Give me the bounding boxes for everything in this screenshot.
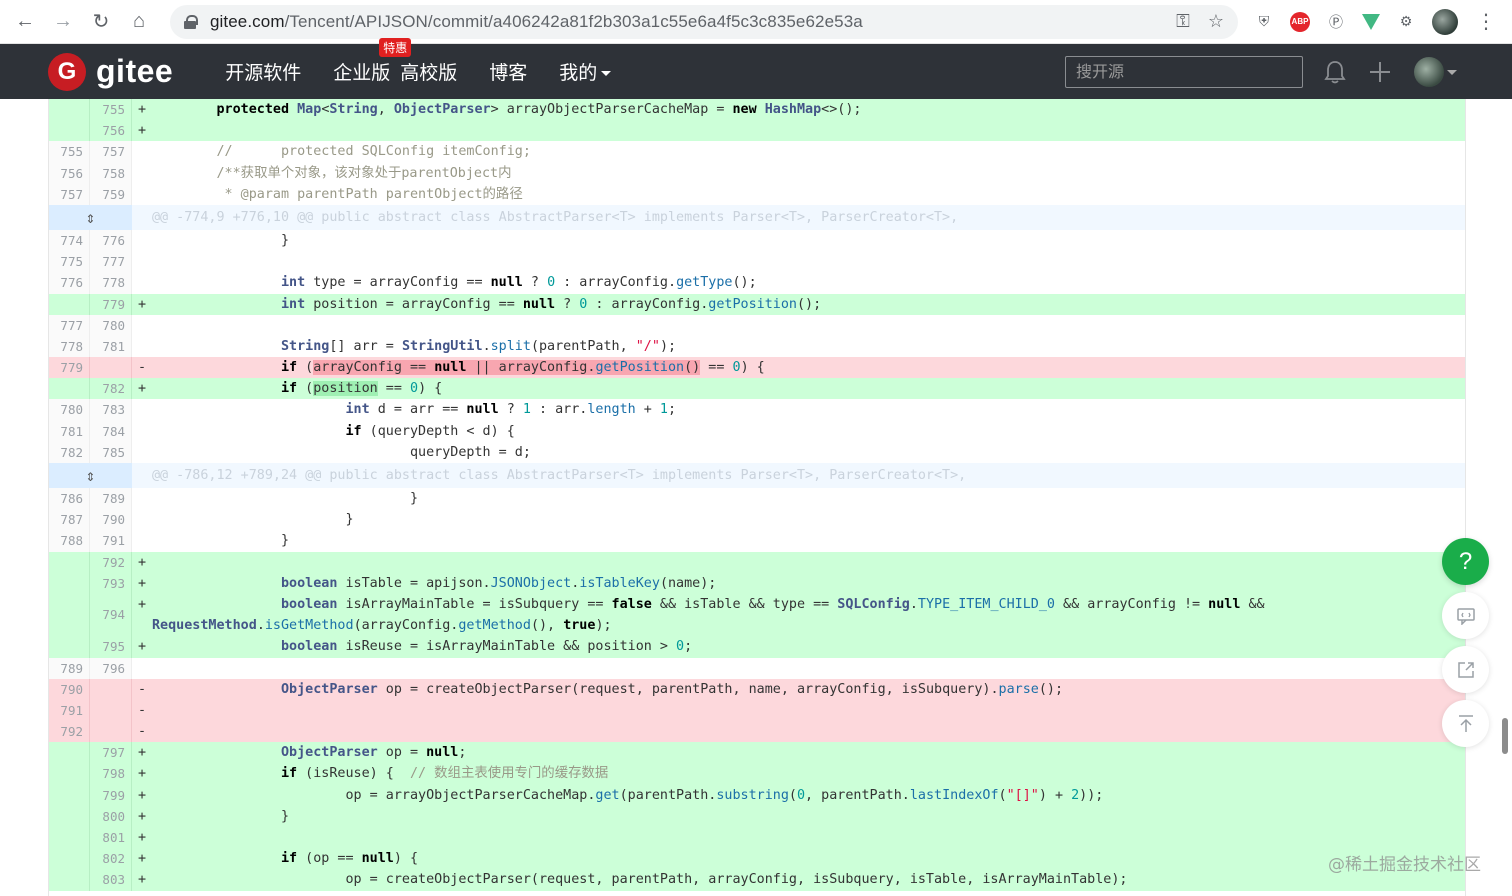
diff-line: 778 781 String[] arr = StringUtil.split(p… [49,335,1465,358]
profile-avatar[interactable] [1432,8,1458,35]
diff-line: 782 + if (position == 0) { [49,378,1465,400]
diff-line: 795 + boolean isReuse = isArrayMainTable … [49,636,1465,658]
help-button[interactable]: ? [1442,538,1489,585]
menu-kebab-icon[interactable]: ⋮ [1476,9,1496,34]
puzzle-icon[interactable]: ⚙ [1394,10,1418,34]
diff-line: 792- [49,721,1465,743]
diff-line: 798 + if (isReuse) { // 数组主表使用专门的缓存数据 [49,763,1465,785]
site-header: G gitee 开源软件 企业版 特惠 高校版 博客 我的 搜开源 [0,38,1512,99]
commit-diff: 755 + protected Map<String, ObjectParser>… [48,99,1466,896]
diff-line: 755 + protected Map<String, ObjectParser>… [49,99,1465,121]
diff-line: 779- if (arrayConfig == null || arrayCon… [49,357,1465,379]
vue-devtools-icon[interactable] [1362,13,1380,30]
lock-icon [184,14,198,29]
diff-line: 777 780 [49,314,1465,336]
hunk-header: ⇕ @@ -786,12 +789,24 @@ public abstract c… [49,463,1465,488]
extension-h-icon[interactable]: Ⓟ [1324,10,1348,34]
url-text: gitee.com/Tencent/APIJSON/commit/a406242… [210,11,863,31]
diff-line: 801 + [49,827,1465,849]
back-icon[interactable]: ← [6,0,44,44]
diff-line: 799 + op = arrayObjectParserCacheMap.get(… [49,784,1465,806]
diff-line: 757 759 * @param parentPath parentObject的… [49,183,1465,205]
key-icon[interactable]: ⚿ [1176,11,1190,32]
bell-icon[interactable] [1324,60,1346,84]
edit-share-icon[interactable] [1442,646,1489,693]
feedback-icon[interactable] [1442,592,1489,639]
nav-mine[interactable]: 我的 [559,58,612,85]
search-input[interactable]: 搜开源 [1065,56,1303,88]
gitee-logo[interactable]: G gitee [48,52,174,91]
chevron-down-icon[interactable] [1447,70,1457,75]
diff-line: 797 + ObjectParser op = null; [49,742,1465,764]
star-icon[interactable]: ☆ [1208,11,1224,32]
nav-enterprise[interactable]: 企业版 特惠 [333,38,412,85]
adblock-icon[interactable]: ABP [1290,11,1310,32]
diff-line: 803 + op = createObjectParser(request, pa… [49,869,1465,891]
watermark: @稀土掘金技术社区 [1328,855,1481,875]
diff-line: 774 776 } [49,229,1465,252]
logo-text: gitee [96,53,174,89]
back-to-top-icon[interactable] [1442,700,1489,747]
promo-badge: 特惠 [379,38,412,57]
user-avatar[interactable] [1414,57,1444,87]
browser-toolbar: ← → ↻ ⌂ gitee.com/Tencent/APIJSON/commit… [0,0,1512,44]
diff-line: 780 783 int d = arr == null ? 1 : arr.len… [49,399,1465,421]
diff-line: 779 + int position = arrayConfig == null … [49,293,1465,315]
diff-line: 800 + } [49,805,1465,828]
diff-line: 793 + boolean isTable = apijson.JSONObjec… [49,572,1465,594]
scrollbar-thumb[interactable] [1502,718,1508,754]
diff-line: 755 757 // protected SQLConfig itemConfig… [49,141,1465,163]
expand-icon[interactable]: ⇕ [49,463,132,488]
address-bar[interactable]: gitee.com/Tencent/APIJSON/commit/a406242… [170,4,1238,39]
shield-extension-icon[interactable]: ⛨ [1252,10,1276,34]
plus-icon[interactable] [1368,60,1392,84]
diff-line: 802 + if (op == null) { [49,848,1465,870]
diff-line: 788 791 } [49,530,1465,552]
diff-line: 787 790 } [49,509,1465,531]
diff-line: 756 758 /**获取单个对象，该对象处于parentObject内 [49,162,1465,184]
chevron-down-icon [601,71,612,76]
hunk-header: ⇕ @@ -774,9 +776,10 @@ public abstract cl… [49,204,1465,230]
logo-mark: G [48,52,86,91]
diff-line: 786 789 } [49,488,1465,510]
nav-open-source[interactable]: 开源软件 [225,58,301,85]
nav-education[interactable]: 高校版 [400,58,457,85]
forward-icon[interactable]: → [44,0,82,44]
expand-icon[interactable]: ⇕ [49,204,132,230]
main-nav: 开源软件 企业版 特惠 高校版 博客 我的 [225,38,643,85]
diff-line: 781 784 if (queryDepth < d) { [49,420,1465,442]
diff-line: 792 + [49,551,1465,573]
diff-line: 776 778 int type = arrayConfig == null ? … [49,272,1465,294]
diff-line: 789 796 [49,657,1465,679]
diff-line: 791- [49,699,1465,722]
reload-icon[interactable]: ↻ [82,0,120,44]
diff-line: 775 777 [49,251,1465,273]
home-icon[interactable]: ⌂ [120,0,158,44]
diff-line: 782 785 queryDepth = d; [49,441,1465,463]
diff-line: 790- ObjectParser op = createObjectParse… [49,678,1465,700]
nav-blog[interactable]: 博客 [489,58,527,85]
diff-line: 794 + boolean isArrayMainTable = isSubque… [49,593,1465,637]
diff-line: 756 + [49,120,1465,142]
